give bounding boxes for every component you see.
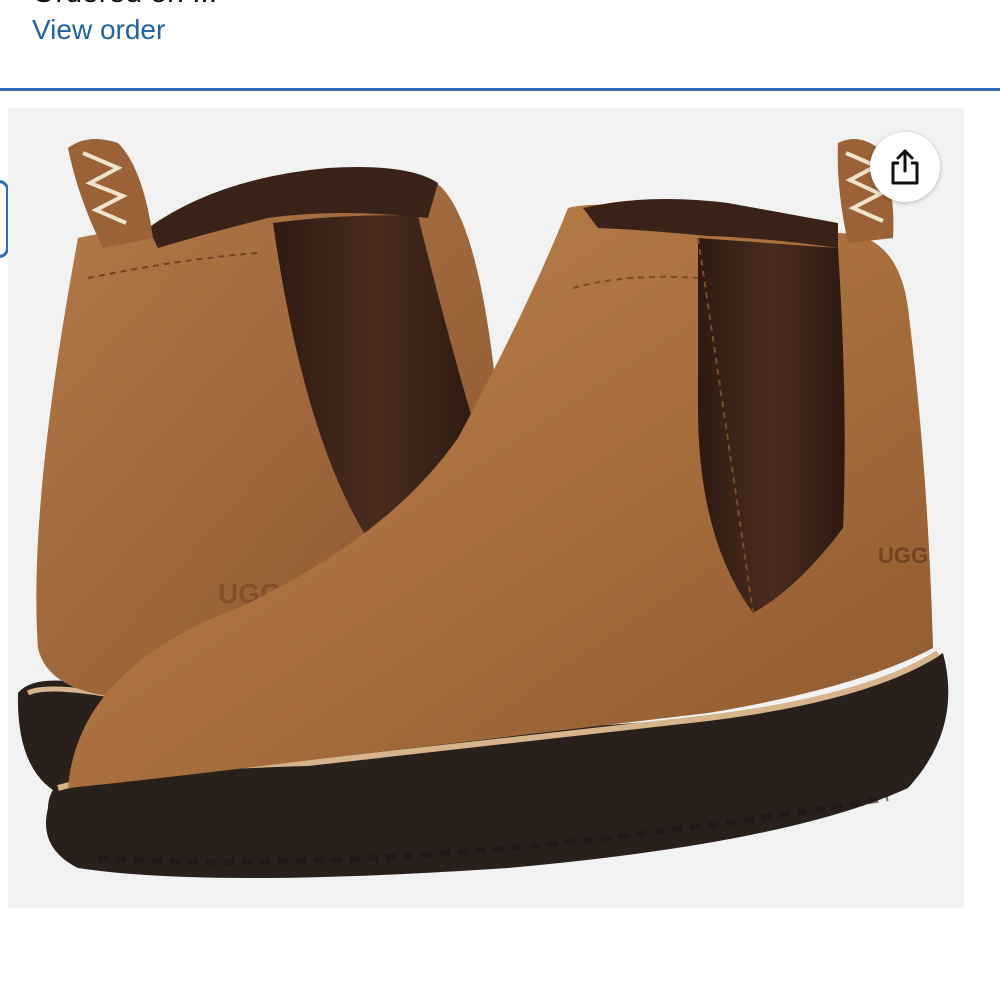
view-order-link[interactable]: View order: [32, 12, 165, 48]
product-image-frame[interactable]: UGG UGG: [8, 108, 964, 908]
order-detail-page: Ordered on ... View order: [0, 0, 1000, 1000]
ugg-logo-front: UGG: [878, 543, 928, 568]
order-status-text: Ordered on ...: [32, 0, 217, 10]
section-divider: [0, 88, 1000, 91]
share-button[interactable]: [870, 132, 940, 202]
share-icon: [891, 149, 919, 185]
product-image: UGG UGG: [17, 139, 949, 878]
